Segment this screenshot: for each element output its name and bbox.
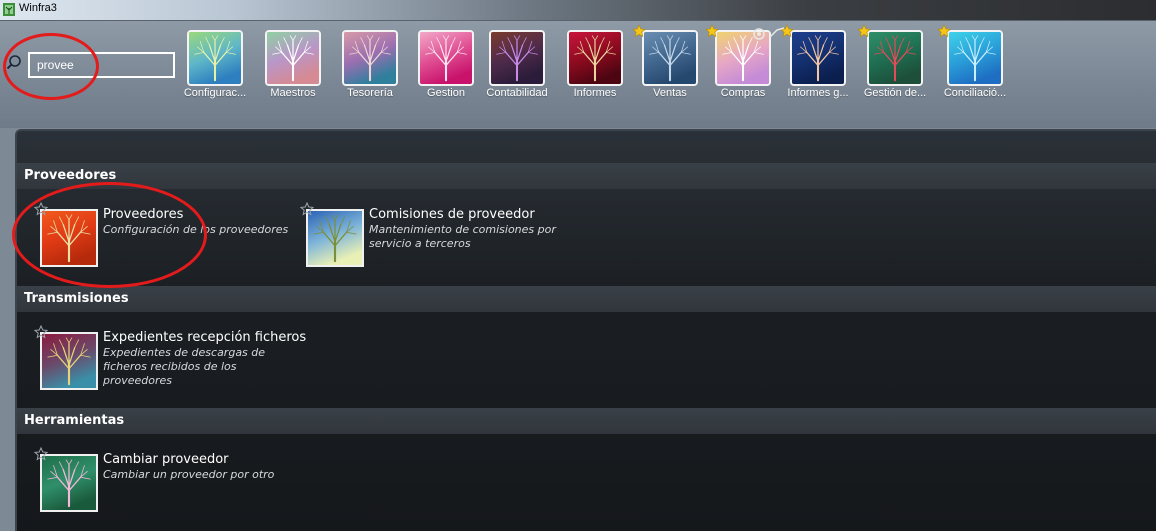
result-item-name: Expedientes recepción ficheros [103, 330, 307, 345]
section-header: Transmisiones [17, 286, 1156, 312]
result-item-name: Cambiar proveedor [103, 452, 229, 467]
tree-icon [418, 30, 474, 86]
tree-icon [567, 30, 623, 86]
result-item[interactable]: Proveedores Configuración de los proveedo… [33, 201, 300, 277]
module-tile[interactable]: Gestion [412, 30, 482, 102]
result-item[interactable]: Comisiones de proveedor Mantenimiento de … [299, 201, 566, 277]
tree-icon [187, 30, 243, 86]
module-tile[interactable]: Informes [561, 30, 631, 102]
app-icon [3, 3, 15, 16]
tree-icon [40, 332, 98, 390]
module-tile[interactable]: Ventas [632, 24, 706, 102]
module-label: Ventas [653, 87, 687, 99]
tree-icon [947, 30, 1003, 86]
tree-icon [40, 454, 98, 512]
tree-icon [40, 209, 98, 267]
result-item-name: Proveedores [103, 207, 184, 222]
tree-icon [265, 30, 321, 86]
tree-icon [306, 209, 364, 267]
module-label: Tesorería [347, 87, 393, 99]
search-input[interactable] [28, 52, 175, 78]
module-label: Informes g... [787, 87, 849, 99]
module-label: Configurac... [183, 87, 247, 99]
module-tile[interactable]: Compras [705, 24, 779, 102]
tree-icon [867, 30, 923, 86]
module-tile[interactable]: Configurac... [181, 30, 251, 102]
search-icon [6, 55, 21, 70]
result-item-description: Configuración de los proveedores [103, 223, 289, 236]
module-label: Maestros [270, 87, 316, 99]
window-titlebar: Winfra3 [0, 0, 1156, 21]
favorite-star-icon[interactable] [33, 201, 49, 216]
favorite-star-icon[interactable] [705, 23, 719, 38]
result-item-description: Cambiar un proveedor por otro [103, 468, 275, 481]
module-label: Contabilidad [486, 87, 548, 99]
tree-icon [489, 30, 545, 86]
favorite-star-icon[interactable] [33, 324, 49, 339]
module-label: Informes [573, 87, 617, 99]
window-title: Winfra3 [19, 2, 57, 14]
tree-icon [790, 30, 846, 86]
result-item-description: Mantenimiento de comisiones por servicio… [369, 223, 556, 250]
favorite-star-icon[interactable] [299, 201, 315, 216]
module-tile[interactable]: Tesorería [336, 30, 406, 102]
section-header: Herramientas [17, 408, 1156, 434]
module-label: Compras [720, 87, 766, 99]
result-item-name: Comisiones de proveedor [369, 207, 535, 222]
result-item[interactable]: Expedientes recepción ficheros Expediente… [33, 324, 306, 400]
tree-icon [342, 30, 398, 86]
module-tile[interactable]: Maestros [259, 30, 329, 102]
result-item[interactable]: Cambiar proveedor Cambiar un proveedor po… [33, 446, 300, 522]
settings-icon[interactable] [752, 27, 766, 41]
tree-icon [642, 30, 698, 86]
module-label: Gestión de... [863, 87, 927, 99]
module-tile[interactable]: Conciliació... [937, 24, 1011, 102]
section-header: Proveedores [17, 163, 1156, 189]
module-label: Gestion [427, 87, 465, 99]
result-item-description: Expedientes de descargas de ficheros rec… [103, 346, 266, 387]
favorite-star-icon[interactable] [632, 23, 646, 38]
module-tile[interactable]: Gestión de... [857, 24, 931, 102]
favorite-star-icon[interactable] [33, 446, 49, 461]
module-tile[interactable]: Contabilidad [483, 30, 553, 102]
module-label: Conciliació... [943, 87, 1007, 99]
link-icon [769, 27, 785, 38]
favorite-star-icon[interactable] [857, 23, 871, 38]
favorite-star-icon[interactable] [937, 23, 951, 38]
module-tile[interactable]: Informes g... [780, 24, 854, 102]
